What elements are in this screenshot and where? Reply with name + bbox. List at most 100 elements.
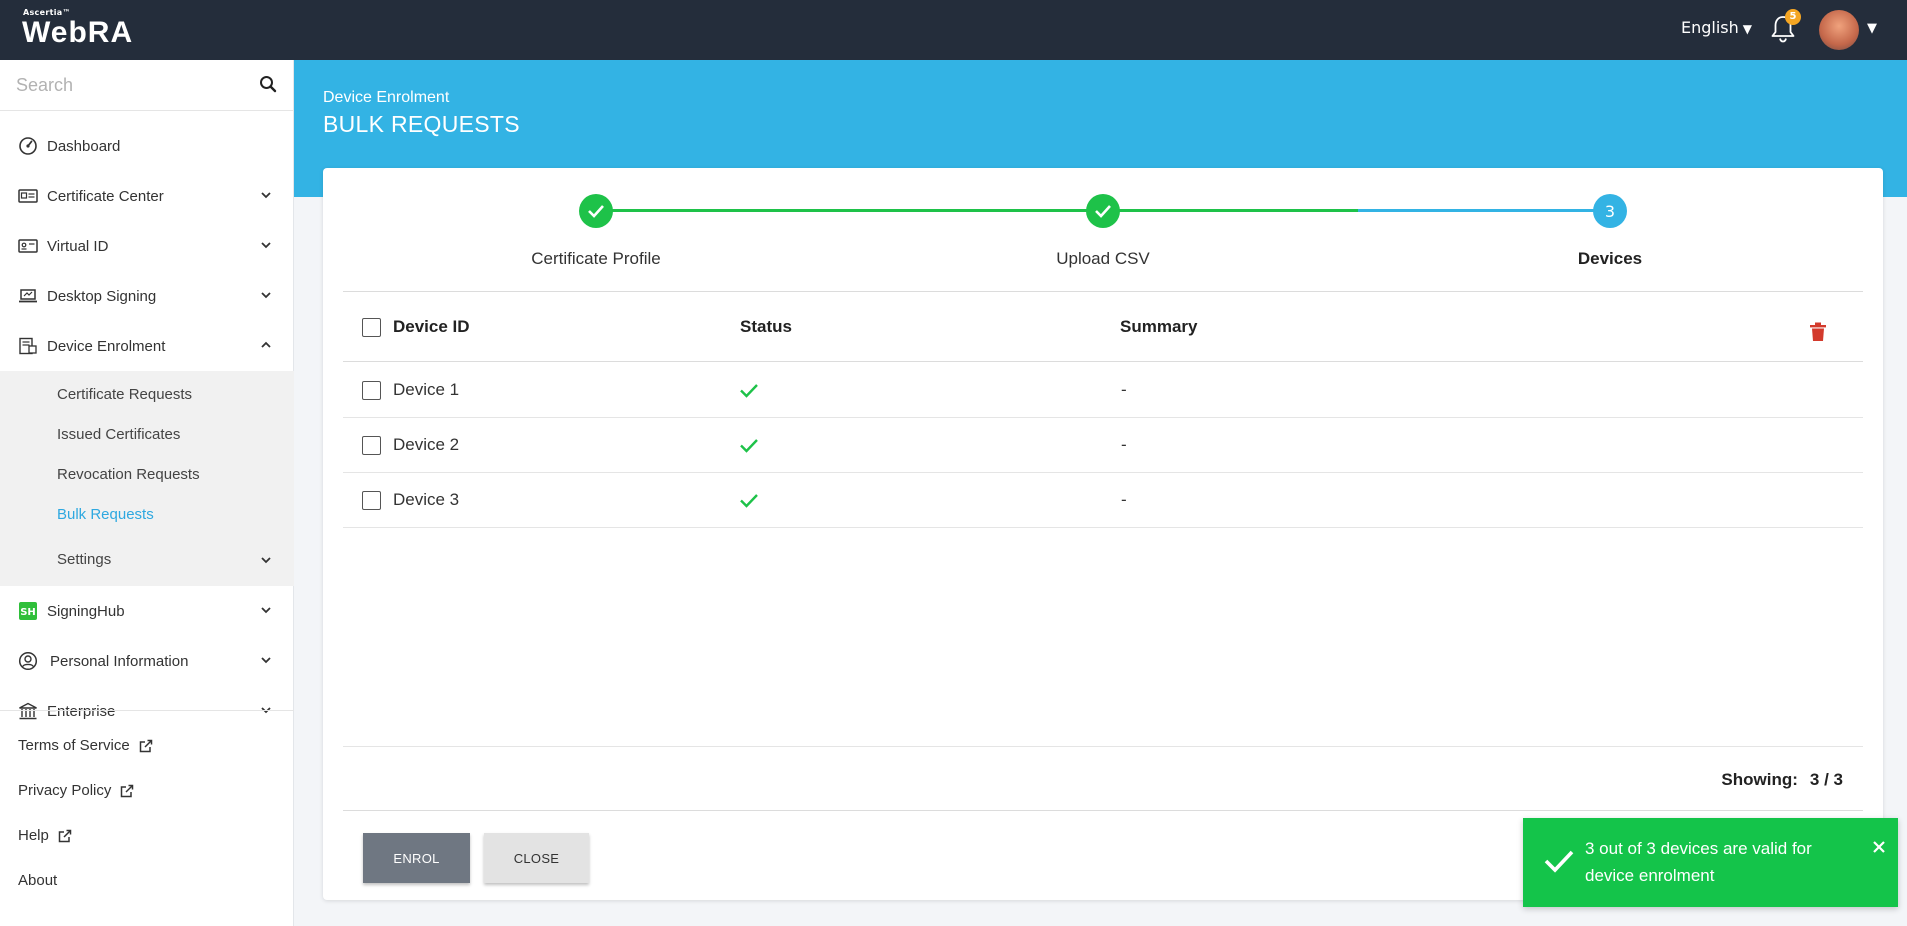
device-id-cell: Device 2 <box>393 435 460 454</box>
sidebar-item-virtual-id[interactable]: Virtual ID <box>0 221 294 271</box>
status-valid-check-icon <box>740 384 758 398</box>
top-bar: Ascertia™ WebRA English ▼ 5 ▼ <box>0 0 1907 60</box>
check-icon <box>1095 205 1111 218</box>
link-label: Privacy Policy <box>18 782 112 799</box>
sidebar-item-label: Desktop Signing <box>47 287 157 305</box>
sidebar-subitem-bulk-requests[interactable]: Bulk Requests <box>0 495 294 535</box>
step-number: 3 <box>1604 201 1616 221</box>
summary-cell: - <box>1121 490 1127 509</box>
summary-cell: - <box>1121 435 1127 454</box>
close-button[interactable]: CLOSE <box>484 833 589 883</box>
chevron-down-icon <box>261 657 271 664</box>
close-icon[interactable] <box>1872 840 1886 854</box>
step-connector-1 <box>596 209 1103 212</box>
showing-label: Showing: <box>1721 770 1798 789</box>
notifications-button[interactable]: 5 <box>1769 9 1801 44</box>
sidebar-item-label: Dashboard <box>47 137 121 155</box>
sidebar-item-dashboard[interactable]: Dashboard <box>0 121 294 171</box>
showing-count: 3 / 3 <box>1809 770 1843 789</box>
sidebar-item-label: Certificate Center <box>47 187 164 205</box>
language-label: English <box>1680 18 1739 37</box>
sidebar-item-device-enrolment[interactable]: Device Enrolment <box>0 321 294 371</box>
notification-badge: 5 <box>1785 9 1801 25</box>
select-all-checkbox[interactable] <box>362 318 381 337</box>
step-2-label: Upload CSV <box>1056 249 1150 268</box>
device-enrolment-icon <box>18 336 38 356</box>
bulk-request-card: 3 Certificate Profile Upload CSV Devices… <box>323 168 1883 900</box>
terms-of-service-link[interactable]: Terms of Service <box>0 723 294 768</box>
chevron-down-icon <box>261 192 271 199</box>
toast-message: 3 out of 3 devices are valid for device … <box>1585 839 1812 885</box>
sidebar-subitem-revocation-requests[interactable]: Revocation Requests <box>0 455 294 495</box>
check-icon <box>1544 850 1574 873</box>
step-3-indicator: 3 <box>1593 194 1627 228</box>
chevron-down-icon <box>261 242 271 249</box>
about-link[interactable]: About <box>0 858 294 903</box>
table-row: Device 1 - <box>343 363 1863 418</box>
actions-divider <box>343 810 1863 811</box>
status-valid-check-icon <box>740 494 758 508</box>
sidebar-item-certificate-center[interactable]: Certificate Center <box>0 171 294 221</box>
signinghub-icon: SH <box>18 601 38 621</box>
chevron-up-icon <box>261 341 271 348</box>
column-header-summary: Summary <box>1120 317 1198 336</box>
sidebar-nav: Dashboard Certificate Center Virtual ID … <box>0 121 294 771</box>
breadcrumb: Device Enrolment <box>323 89 450 106</box>
step-connector-2-pending <box>1358 209 1610 212</box>
link-label: About <box>18 872 58 889</box>
sidebar-item-personal-information[interactable]: Personal Information <box>0 636 294 686</box>
check-icon <box>588 205 604 218</box>
language-selector[interactable]: English ▼ <box>1681 18 1752 37</box>
trash-icon[interactable] <box>1809 322 1827 342</box>
svg-text:SH: SH <box>20 607 36 618</box>
dashboard-icon <box>18 136 38 156</box>
id-card-icon <box>18 236 38 256</box>
logo-text: WebRA <box>22 16 134 49</box>
table-row: Device 2 - <box>343 418 1863 473</box>
enrol-button[interactable]: ENROL <box>363 833 470 883</box>
column-header-status: Status <box>740 317 792 336</box>
sidebar-subitem-settings[interactable]: Settings <box>0 540 294 580</box>
search-icon[interactable] <box>259 75 277 93</box>
sidebar: Dashboard Certificate Center Virtual ID … <box>0 60 294 926</box>
webra-logo[interactable]: Ascertia™ WebRA <box>22 8 133 49</box>
step-2-indicator <box>1086 194 1120 228</box>
device-id-cell: Device 3 <box>393 490 460 509</box>
search-input[interactable] <box>0 60 293 110</box>
page-title: BULK REQUESTS <box>323 111 520 137</box>
chevron-down-icon <box>261 607 271 614</box>
step-connector-2-done <box>1103 209 1358 212</box>
help-link[interactable]: Help <box>0 813 294 858</box>
row-checkbox[interactable] <box>362 491 381 510</box>
laptop-sign-icon <box>18 286 38 306</box>
sidebar-footer: Terms of Service Privacy Policy Help Abo… <box>0 710 294 903</box>
certificate-card-icon <box>18 186 38 206</box>
sidebar-subitem-certificate-requests[interactable]: Certificate Requests <box>0 375 294 415</box>
table-row: Device 3 - <box>343 473 1863 528</box>
row-checkbox[interactable] <box>362 381 381 400</box>
table-footer-divider <box>343 746 1863 747</box>
chevron-down-icon <box>261 292 271 299</box>
pagination-showing: Showing: 3 / 3 <box>1721 770 1843 790</box>
sidebar-item-desktop-signing[interactable]: Desktop Signing <box>0 271 294 321</box>
external-link-icon <box>139 739 152 752</box>
sidebar-item-signinghub[interactable]: SH SigningHub <box>0 586 294 636</box>
sidebar-subitem-label: Settings <box>57 551 112 568</box>
sidebar-search <box>0 60 293 111</box>
sidebar-item-label: Virtual ID <box>47 237 109 255</box>
sidebar-item-label: SigningHub <box>47 602 125 620</box>
step-1-indicator <box>579 194 613 228</box>
step-1-label: Certificate Profile <box>531 249 661 268</box>
row-checkbox[interactable] <box>362 436 381 455</box>
column-header-device-id: Device ID <box>393 317 470 336</box>
link-label: Help <box>18 827 49 844</box>
privacy-policy-link[interactable]: Privacy Policy <box>0 768 294 813</box>
sidebar-subitem-issued-certificates[interactable]: Issued Certificates <box>0 415 294 455</box>
sidebar-item-label: Device Enrolment <box>47 337 166 355</box>
step-3-label: Devices <box>1577 249 1643 268</box>
avatar[interactable] <box>1819 10 1859 50</box>
caret-down-icon: ▼ <box>1742 22 1752 36</box>
user-menu-caret-icon[interactable]: ▼ <box>1867 21 1877 36</box>
device-id-cell: Device 1 <box>393 380 460 399</box>
chevron-down-icon <box>261 557 271 564</box>
